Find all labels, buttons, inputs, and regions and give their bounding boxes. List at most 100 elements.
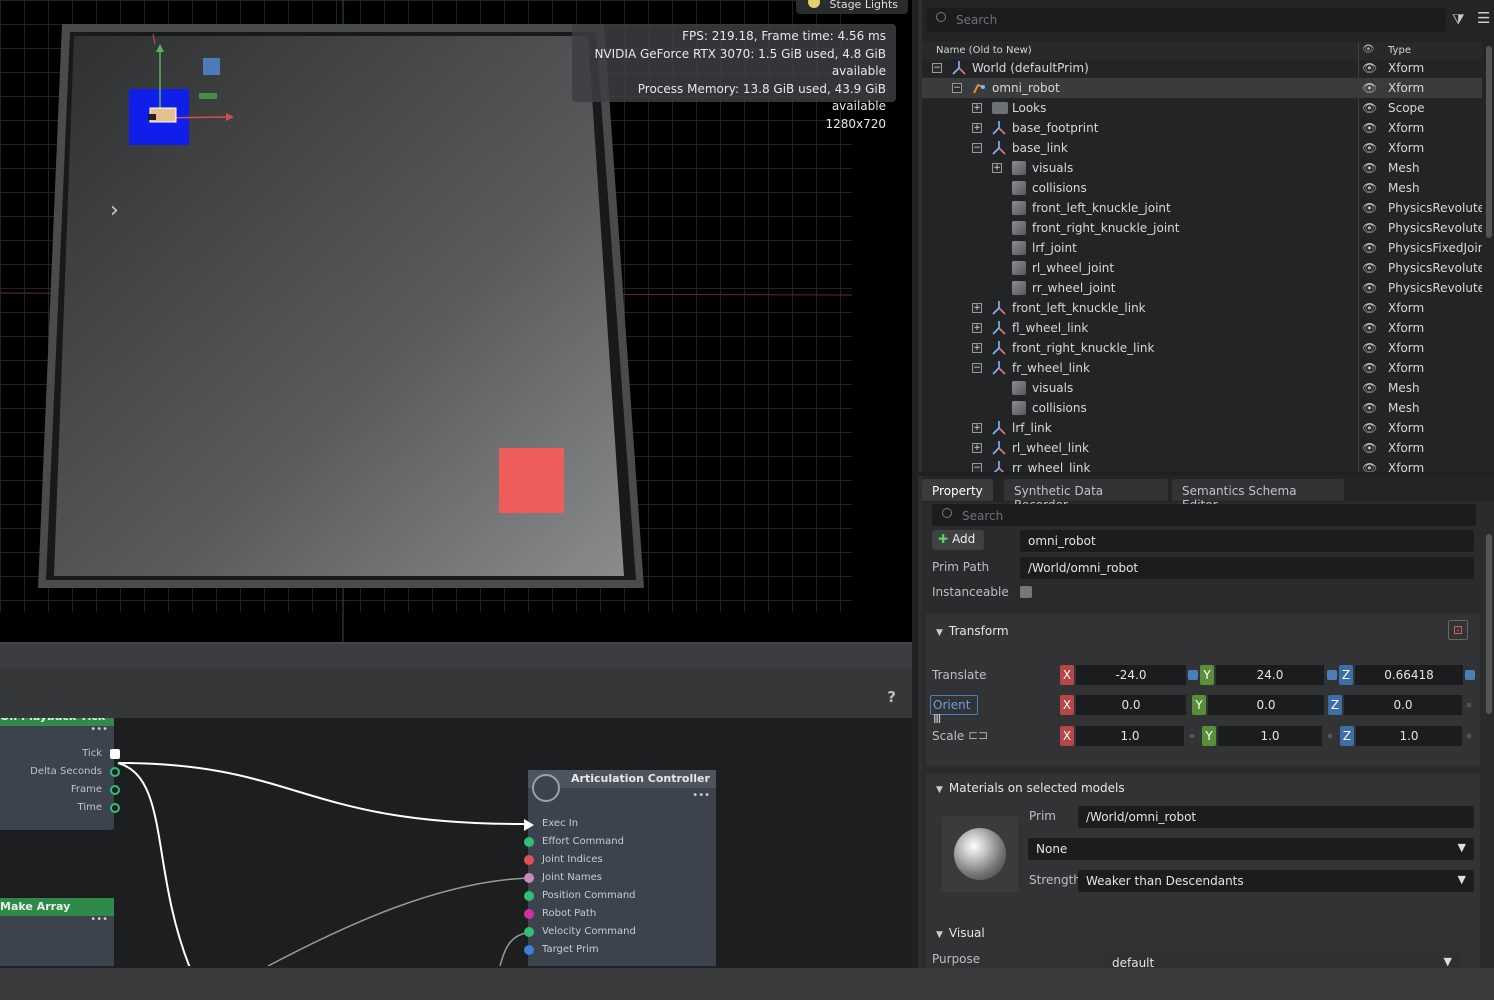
column-name[interactable]: Name (Old to New) (936, 45, 1032, 56)
eye-icon[interactable]: 👁 (1362, 401, 1377, 415)
input-port[interactable] (524, 909, 534, 919)
transform-header[interactable]: ▼ Transform (936, 624, 1009, 638)
material-dropdown[interactable]: None ▼ (1028, 838, 1474, 860)
on-playback-tick-node[interactable]: On Playback Tick ••• Tick Delta Seconds … (0, 718, 120, 830)
add-button[interactable]: ✚ Add (932, 530, 984, 550)
materials-header[interactable]: ▼ Materials on selected models (936, 781, 1125, 795)
transform-settings-icon[interactable]: ⊡ (1448, 620, 1468, 640)
articulation-controller-node[interactable]: Articulation Controller ••• Exec In Effor… (524, 770, 716, 966)
tree-row[interactable]: + front_right_knuckle_link 👁 Xform (922, 338, 1482, 358)
stage-scrollbar[interactable] (1486, 46, 1492, 238)
viewport[interactable]: › Stage Lights FPS: 219.18, Frame time: … (0, 0, 912, 642)
eye-icon[interactable]: 👁 (1362, 201, 1377, 215)
stage-lights-button[interactable]: Stage Lights (795, 0, 908, 14)
tree-row[interactable]: − rr_wheel_link 👁 Xform (922, 458, 1482, 472)
translate-y-key[interactable] (1327, 670, 1337, 680)
tree-row[interactable]: lrf_joint 👁 PhysicsFixedJoint (922, 238, 1482, 258)
stage-search-input[interactable]: Search (926, 8, 1446, 32)
eye-icon[interactable]: 👁 (1362, 361, 1377, 375)
eye-icon[interactable]: 👁 (1362, 121, 1377, 135)
orient-dropdown[interactable]: Orient Ⅲ (930, 695, 978, 726)
tree-row[interactable]: visuals 👁 Mesh (922, 378, 1482, 398)
tree-row[interactable]: + visuals 👁 Mesh (922, 158, 1482, 178)
tab-property[interactable]: Property (922, 479, 993, 501)
eye-icon[interactable]: 👁 (1362, 241, 1377, 255)
tree-row[interactable]: collisions 👁 Mesh (922, 398, 1482, 418)
input-port[interactable] (524, 927, 534, 937)
scale-y-field[interactable]: 1.0 (1218, 726, 1322, 746)
menu-icon[interactable]: ☰ (1477, 9, 1490, 27)
expand-icon[interactable]: + (972, 343, 982, 353)
eye-icon[interactable]: 👁 (1362, 101, 1377, 115)
material-prim-field[interactable]: /World/omni_robot (1078, 806, 1474, 828)
chevron-right-icon[interactable]: › (110, 200, 119, 222)
eye-icon[interactable]: 👁 (1362, 281, 1377, 295)
expand-icon[interactable]: + (972, 323, 982, 333)
expand-icon[interactable]: + (972, 443, 982, 453)
tab-synthetic-data-recorder[interactable]: Synthetic Data Recorder (1004, 479, 1168, 512)
orient-z-field[interactable]: 0.0 (1344, 695, 1462, 715)
stage-tree[interactable]: − World (defaultPrim) 👁 Xform − omni_robot 👁 Xf… (922, 58, 1482, 472)
expand-icon[interactable]: + (972, 123, 982, 133)
collapse-icon[interactable]: − (972, 143, 982, 153)
eye-icon[interactable]: 👁 (1362, 421, 1377, 435)
property-scrollbar[interactable] (1486, 534, 1492, 714)
tree-row[interactable]: − World (defaultPrim) 👁 Xform (922, 58, 1482, 78)
translate-y-field[interactable]: 24.0 (1216, 665, 1324, 685)
tree-row[interactable]: front_left_knuckle_joint 👁 PhysicsRevolute… (922, 198, 1482, 218)
instanceable-checkbox[interactable] (1020, 586, 1032, 598)
eye-icon[interactable]: 👁 (1362, 61, 1377, 75)
eye-icon[interactable]: 👁 (1362, 221, 1377, 235)
eye-icon[interactable]: 👁 (1362, 81, 1377, 95)
help-button[interactable]: ? (887, 688, 896, 706)
filter-icon[interactable]: ⧩ (1452, 12, 1465, 28)
translate-z-field[interactable]: 0.66418 (1355, 665, 1463, 685)
tree-row[interactable]: + rl_wheel_link 👁 Xform (922, 438, 1482, 458)
translate-x-key[interactable] (1188, 670, 1198, 680)
scale-z-key[interactable] (1467, 734, 1471, 738)
input-port[interactable] (524, 945, 534, 955)
tree-row[interactable]: + fl_wheel_link 👁 Xform (922, 318, 1482, 338)
tree-row[interactable]: rl_wheel_joint 👁 PhysicsRevoluteJoint (922, 258, 1482, 278)
tree-row[interactable]: − omni_robot 👁 Xform (922, 78, 1482, 98)
column-type[interactable]: Type (1388, 45, 1411, 56)
collapse-icon[interactable]: − (932, 63, 942, 73)
eye-icon[interactable]: 👁 (1362, 161, 1377, 175)
tree-row[interactable]: + Looks 👁 Scope (922, 98, 1482, 118)
eye-icon[interactable]: 👁 (1362, 381, 1377, 395)
tree-row[interactable]: + front_left_knuckle_link 👁 Xform (922, 298, 1482, 318)
expand-icon[interactable]: + (992, 163, 1002, 173)
scale-x-key[interactable] (1190, 734, 1194, 738)
tree-row[interactable]: − base_link 👁 Xform (922, 138, 1482, 158)
scale-x-field[interactable]: 1.0 (1076, 726, 1184, 746)
eye-icon[interactable]: 👁 (1362, 181, 1377, 195)
expand-icon[interactable]: + (972, 103, 982, 113)
collapse-icon[interactable]: − (972, 463, 982, 472)
eye-icon[interactable]: 👁 (1362, 461, 1377, 472)
expand-icon[interactable]: + (972, 423, 982, 433)
scale-y-key[interactable] (1328, 734, 1332, 738)
orient-key[interactable] (1467, 703, 1471, 707)
eye-icon[interactable]: 👁 (1362, 301, 1377, 315)
tree-row[interactable]: rr_wheel_joint 👁 PhysicsRevoluteJoint (922, 278, 1482, 298)
input-port[interactable] (524, 837, 534, 847)
tab-semantics-schema-editor[interactable]: Semantics Schema Editor (1172, 479, 1344, 512)
port-tick[interactable] (110, 749, 120, 759)
eye-icon[interactable]: 👁 (1362, 321, 1377, 335)
input-port[interactable] (524, 819, 534, 831)
prim-path-field[interactable]: /World/omni_robot (1020, 557, 1474, 579)
eye-icon[interactable]: 👁 (1362, 261, 1377, 275)
prim-name-field[interactable]: omni_robot (1020, 530, 1474, 552)
translate-z-key[interactable] (1465, 670, 1475, 680)
input-port[interactable] (524, 873, 534, 883)
tree-row[interactable]: + base_footprint 👁 Xform (922, 118, 1482, 138)
visual-header[interactable]: ▼ Visual (936, 926, 985, 940)
tree-row[interactable]: collisions 👁 Mesh (922, 178, 1482, 198)
orient-x-field[interactable]: 0.0 (1076, 695, 1186, 715)
property-search-input[interactable]: Search (932, 504, 1476, 526)
port-delta-seconds[interactable] (110, 767, 120, 777)
strength-dropdown[interactable]: Weaker than Descendants ▼ (1078, 870, 1474, 892)
action-graph-panel[interactable]: ? On Playback Tick ••• Tick Delta Second… (0, 642, 912, 966)
node-menu-icon[interactable]: ••• (0, 915, 114, 928)
graph-canvas[interactable]: On Playback Tick ••• Tick Delta Seconds … (0, 718, 912, 966)
